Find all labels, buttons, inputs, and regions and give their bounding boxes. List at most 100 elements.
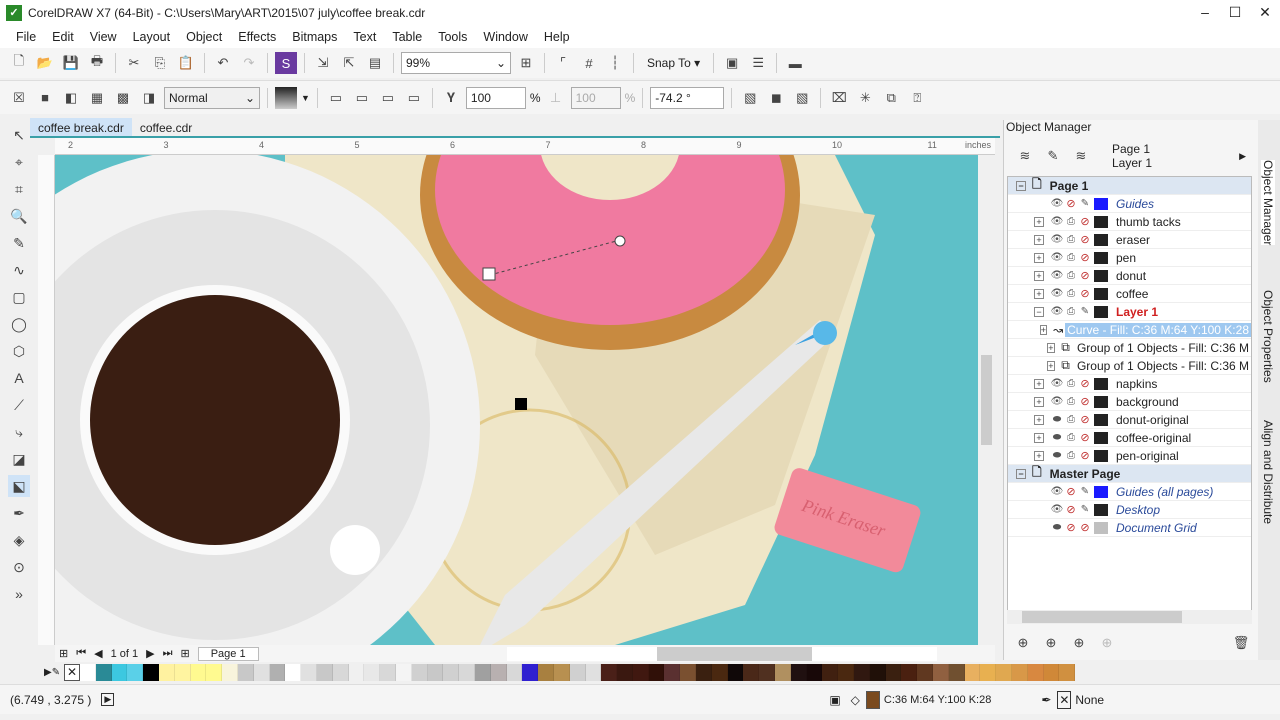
- redo-icon[interactable]: ↷: [238, 52, 260, 74]
- close-button[interactable]: ✕: [1250, 4, 1280, 21]
- connector-tool-icon[interactable]: ⤷: [8, 421, 30, 443]
- expand-icon[interactable]: +: [1034, 414, 1044, 425]
- color-swatch[interactable]: [1012, 663, 1028, 681]
- color-swatch[interactable]: [948, 663, 965, 681]
- printer-icon[interactable]: ⎙: [1064, 270, 1078, 281]
- color-swatch[interactable]: [411, 663, 428, 681]
- tree-layer[interactable]: + 👁 ⎙ ⊘ pen: [1008, 249, 1251, 267]
- transparency-picker-icon[interactable]: [275, 86, 297, 109]
- no-print-icon[interactable]: ⊘: [1064, 197, 1078, 210]
- tree-layer[interactable]: + ⬬ ⎙ ⊘ donut-original: [1008, 411, 1251, 429]
- tree-layer[interactable]: + ⬬ ⎙ ⊘ coffee-original: [1008, 429, 1251, 447]
- prev-page-icon[interactable]: ◀: [94, 647, 102, 660]
- locked-icon[interactable]: ⊘: [1078, 287, 1092, 300]
- drop-shadow-tool-icon[interactable]: ◪: [8, 448, 30, 470]
- add-page-icon[interactable]: ⊞: [59, 647, 68, 660]
- tree-layer[interactable]: + 👁 ⎙ ⊘ coffee: [1008, 285, 1251, 303]
- tree-object[interactable]: + ⧉ Group of 1 Objects - Fill: C:36 M: [1008, 357, 1251, 375]
- color-swatch[interactable]: [996, 663, 1013, 681]
- printer-icon[interactable]: ⎙: [1064, 414, 1078, 425]
- tree-layer[interactable]: + 👁 ⎙ ⊘ donut: [1008, 267, 1251, 285]
- color-swatch[interactable]: [632, 663, 649, 681]
- color-swatch[interactable]: [933, 663, 949, 681]
- printer-icon[interactable]: ⎙: [1064, 306, 1078, 317]
- tab-coffee[interactable]: coffee.cdr: [132, 118, 200, 136]
- menu-layout[interactable]: Layout: [125, 30, 179, 44]
- minimize-button[interactable]: –: [1190, 4, 1220, 20]
- eye-icon[interactable]: 👁: [1050, 288, 1064, 299]
- color-swatch[interactable]: [111, 663, 128, 681]
- color-swatch[interactable]: [885, 663, 902, 681]
- elliptical-fountain-icon[interactable]: ▭: [351, 87, 373, 109]
- fill-color-swatch[interactable]: [865, 690, 880, 709]
- editable-pencil-icon[interactable]: ✎: [1078, 486, 1092, 497]
- free-scale-icon[interactable]: ▧: [739, 87, 761, 109]
- show-object-properties-icon[interactable]: ≋: [1014, 145, 1036, 167]
- tab-object-manager[interactable]: Object Manager: [1261, 160, 1275, 246]
- color-swatch[interactable]: [553, 663, 570, 681]
- options-icon[interactable]: ☰: [747, 52, 769, 74]
- menu-object[interactable]: Object: [178, 30, 230, 44]
- color-swatch[interactable]: [759, 663, 776, 681]
- tab-coffee-break[interactable]: coffee break.cdr: [30, 118, 132, 136]
- freehand-tool-icon[interactable]: ✎: [8, 232, 30, 254]
- layer-color-swatch[interactable]: [1094, 413, 1108, 426]
- color-swatch[interactable]: [285, 663, 302, 681]
- locked-icon[interactable]: ⊘: [1078, 431, 1092, 444]
- eye-icon[interactable]: 👁: [1050, 378, 1064, 389]
- vector-pattern-transparency-icon[interactable]: ▦: [86, 87, 108, 109]
- editable-pencil-icon[interactable]: ✎: [1078, 198, 1092, 209]
- tree-page[interactable]: − 🗋 Master Page: [1008, 465, 1251, 483]
- color-swatch[interactable]: [174, 663, 191, 681]
- horizontal-scrollbar[interactable]: [506, 646, 937, 661]
- clear-transparency-icon[interactable]: ⍰: [906, 87, 928, 109]
- add-page-after-icon[interactable]: ⊞: [181, 647, 190, 660]
- transparency-tool-icon[interactable]: ⬕: [8, 475, 30, 497]
- editable-pencil-icon[interactable]: ✎: [1078, 504, 1092, 515]
- save-icon[interactable]: 💾: [60, 52, 82, 74]
- no-print-icon[interactable]: ⊘: [1064, 485, 1078, 498]
- eye-icon[interactable]: 👁: [1050, 486, 1064, 497]
- eye-icon[interactable]: 👁: [1050, 216, 1064, 227]
- tree-layer[interactable]: 👁 ⊘ ✎ Guides (all pages): [1008, 483, 1251, 501]
- tree-object[interactable]: + ↝ Curve - Fill: C:36 M:64 Y:100 K:28: [1008, 321, 1251, 339]
- layer-color-swatch[interactable]: [1094, 233, 1108, 246]
- expand-icon[interactable]: +: [1034, 216, 1044, 227]
- color-swatch[interactable]: [237, 663, 254, 681]
- expand-icon[interactable]: +: [1034, 378, 1044, 389]
- fill-only-icon[interactable]: ◼: [765, 87, 787, 109]
- import-icon[interactable]: ⇲: [312, 52, 334, 74]
- color-swatch[interactable]: [253, 663, 270, 681]
- new-master-layer-odd-icon[interactable]: ⊕: [1096, 632, 1118, 654]
- color-swatch[interactable]: [1027, 663, 1044, 681]
- color-swatch[interactable]: [348, 663, 365, 681]
- angle-input[interactable]: -74.2 °: [650, 86, 725, 109]
- color-swatch[interactable]: [206, 663, 223, 681]
- ellipse-tool-icon[interactable]: ◯: [8, 313, 30, 335]
- edit-across-layers-icon[interactable]: ✎: [1042, 145, 1064, 167]
- new-layer-icon[interactable]: ⊕: [1012, 632, 1034, 654]
- locked-icon[interactable]: ⊘: [1078, 233, 1092, 246]
- pick-tool-icon[interactable]: ↖: [8, 124, 30, 146]
- color-swatch[interactable]: [680, 663, 697, 681]
- locked-icon[interactable]: ⊘: [1078, 521, 1092, 534]
- drawing-canvas[interactable]: Pink Eraser: [55, 155, 978, 645]
- printer-icon[interactable]: ⎙: [1064, 432, 1078, 443]
- layer-color-swatch[interactable]: [1094, 215, 1108, 228]
- color-swatch[interactable]: [822, 663, 839, 681]
- color-swatch[interactable]: [648, 663, 665, 681]
- color-swatch[interactable]: [332, 663, 349, 681]
- color-swatch[interactable]: [80, 663, 96, 681]
- color-swatch[interactable]: [158, 663, 175, 681]
- smart-fill-icon[interactable]: ⊙: [8, 556, 30, 578]
- menu-edit[interactable]: Edit: [44, 30, 82, 44]
- menu-bitmaps[interactable]: Bitmaps: [284, 30, 345, 44]
- color-swatch[interactable]: [617, 663, 633, 681]
- color-swatch[interactable]: [964, 663, 981, 681]
- snap-to-dropdown[interactable]: Snap To ▾: [641, 56, 706, 70]
- first-page-icon[interactable]: ⏮: [76, 647, 86, 660]
- printer-icon[interactable]: ⎙: [1064, 378, 1078, 389]
- tab-align-distribute[interactable]: Align and Distribute: [1261, 420, 1275, 524]
- color-swatch[interactable]: [806, 663, 823, 681]
- hidden-eye-icon[interactable]: ⬬: [1050, 522, 1064, 533]
